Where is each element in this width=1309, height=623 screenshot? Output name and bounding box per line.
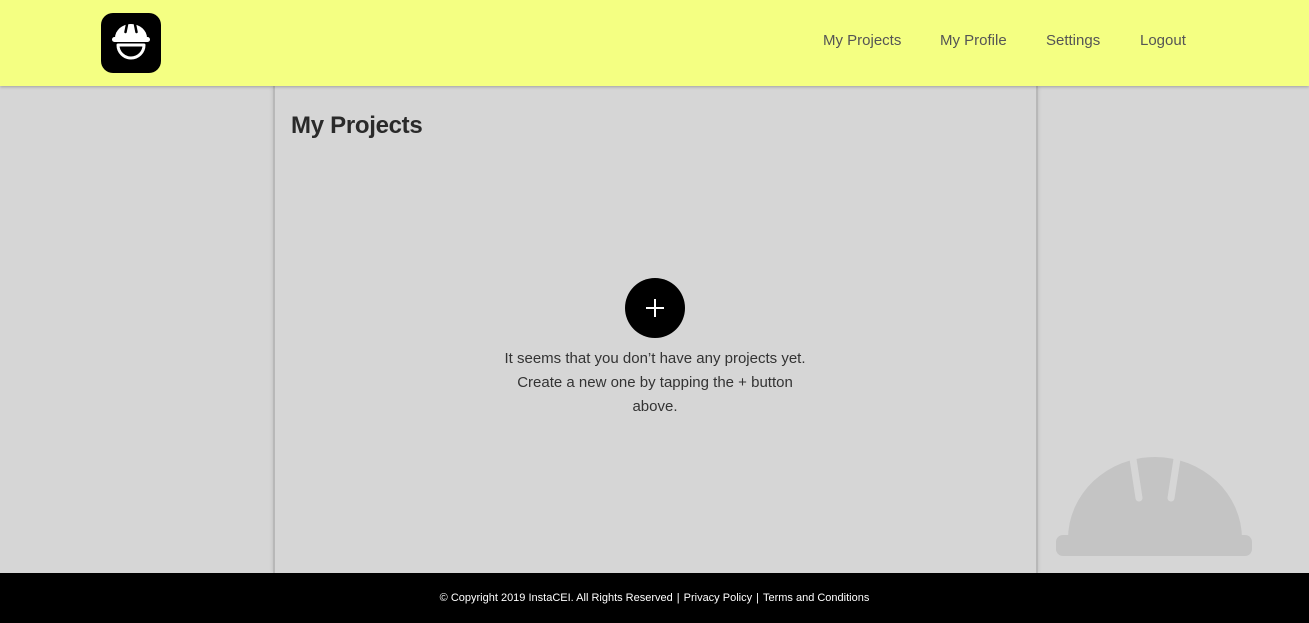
helmet-icon [1056, 455, 1252, 556]
nav-settings[interactable]: Settings [1046, 32, 1100, 49]
plus-icon [646, 299, 664, 317]
nav-my-profile[interactable]: My Profile [940, 32, 1007, 49]
add-project-button[interactable] [625, 278, 685, 338]
copyright-text: © Copyright 2019 InstaCEI. All Rights Re… [439, 592, 673, 604]
nav-logout[interactable]: Logout [1140, 32, 1186, 49]
nav-my-projects[interactable]: My Projects [823, 32, 901, 49]
terms-link[interactable]: Terms and Conditions [763, 592, 869, 604]
empty-state-message: It seems that you don’t have any project… [504, 350, 806, 415]
privacy-policy-link[interactable]: Privacy Policy [684, 592, 752, 604]
footer-separator: | [676, 592, 680, 604]
page-footer: © Copyright 2019 InstaCEI. All Rights Re… [0, 573, 1309, 623]
top-header: My Projects My Profile Settings Logout [0, 0, 1309, 86]
footer-separator: | [756, 592, 759, 604]
page-title: My Projects [291, 112, 423, 139]
main-content: My Projects It seems that you don’t have… [273, 86, 1038, 573]
main-nav: My Projects My Profile Settings Logout [0, 0, 1309, 86]
